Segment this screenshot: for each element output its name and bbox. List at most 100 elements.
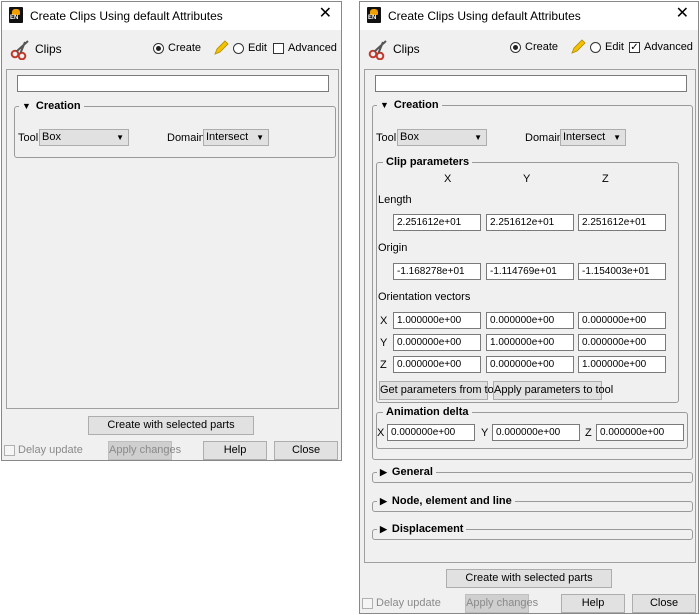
length-y-input[interactable]: 2.251612e+01 — [486, 214, 574, 231]
length-z-input[interactable]: 2.251612e+01 — [578, 214, 666, 231]
animation-delta-title: Animation delta — [383, 406, 472, 418]
scissors-icon — [10, 40, 29, 60]
scissors-icon — [368, 40, 387, 60]
window-close-icon[interactable]: ✕ — [676, 5, 689, 23]
expand-triangle-icon: ▶ — [380, 467, 387, 477]
domain-label: Domain — [525, 132, 563, 144]
anim-y-input[interactable]: 0.000000e+00 — [492, 424, 580, 441]
help-button[interactable]: Help — [561, 594, 625, 613]
origin-x-input[interactable]: -1.168278e+01 — [393, 263, 481, 280]
edit-mode-radio[interactable] — [233, 43, 244, 54]
collapse-triangle-icon: ▼ — [380, 100, 389, 110]
tool-label: Tool — [376, 132, 397, 144]
edit-mode-label: Edit — [248, 42, 267, 54]
creation-header[interactable]: ▼ Creation — [19, 100, 84, 112]
create-mode-radio[interactable] — [153, 43, 164, 54]
create-with-selected-button[interactable]: Create with selected parts — [446, 569, 612, 588]
pencil-icon — [571, 39, 586, 54]
title-bar[interactable]: Create Clips Using default Attributes ✕ — [360, 2, 698, 30]
delay-update-label: Delay update — [18, 444, 83, 456]
orient-yx-input[interactable]: 0.000000e+00 — [393, 334, 481, 351]
domain-select[interactable]: Intersect ▼ — [203, 129, 269, 146]
orient-yz-input[interactable]: 0.000000e+00 — [578, 334, 666, 351]
orient-yy-input[interactable]: 1.000000e+00 — [486, 334, 574, 351]
anim-z-input[interactable]: 0.000000e+00 — [596, 424, 684, 441]
checkmark-icon: ✓ — [630, 42, 639, 53]
animation-delta-group: Animation delta X 0.000000e+00 Y 0.00000… — [376, 406, 688, 449]
tool-label: Tool — [18, 132, 39, 144]
content-panel: ▼ Creation Tool Box ▼ Domain Intersect ▼ — [6, 69, 339, 409]
dropdown-arrow-icon: ▼ — [256, 133, 264, 142]
creation-group: ▼ Creation Tool Box ▼ Domain Intersect ▼ … — [372, 99, 693, 460]
clip-name-input[interactable] — [375, 75, 687, 92]
collapse-triangle-icon: ▼ — [22, 101, 31, 111]
length-x-input[interactable]: 2.251612e+01 — [393, 214, 481, 231]
delay-update-checkbox[interactable] — [362, 598, 373, 609]
create-mode-radio[interactable] — [510, 42, 521, 53]
orient-zz-input[interactable]: 1.000000e+00 — [578, 356, 666, 373]
close-button[interactable]: Close — [632, 594, 696, 613]
dropdown-arrow-icon: ▼ — [116, 133, 124, 142]
apply-changes-button[interactable]: Apply changes — [465, 594, 538, 613]
dialog-window-basic: Create Clips Using default Attributes ✕ … — [1, 1, 342, 461]
creation-group: ▼ Creation Tool Box ▼ Domain Intersect ▼ — [14, 100, 336, 158]
anim-y-label: Y — [481, 427, 489, 439]
title-bar[interactable]: Create Clips Using default Attributes ✕ — [2, 2, 341, 30]
general-header[interactable]: ▶ General — [377, 466, 436, 478]
column-x-header: X — [444, 173, 452, 185]
clip-name-input[interactable] — [17, 75, 329, 92]
orient-xy-input[interactable]: 0.000000e+00 — [486, 312, 574, 329]
node-element-line-header[interactable]: ▶ Node, element and line — [377, 495, 515, 507]
orient-row-x-label: X — [380, 315, 388, 327]
tool-select[interactable]: Box ▼ — [39, 129, 129, 146]
advanced-label: Advanced — [288, 42, 337, 54]
origin-label: Origin — [378, 242, 408, 254]
expand-triangle-icon: ▶ — [380, 524, 387, 534]
close-button[interactable]: Close — [274, 441, 338, 460]
advanced-checkbox[interactable]: ✓ — [629, 42, 640, 53]
delay-update-checkbox[interactable] — [4, 445, 15, 456]
edit-mode-label: Edit — [605, 41, 624, 53]
app-icon — [9, 7, 23, 23]
orient-zx-input[interactable]: 0.000000e+00 — [393, 356, 481, 373]
pencil-icon — [214, 40, 229, 55]
dropdown-arrow-icon: ▼ — [613, 133, 621, 142]
window-close-icon[interactable]: ✕ — [319, 5, 332, 23]
displacement-header[interactable]: ▶ Displacement — [377, 523, 467, 535]
orientation-label: Orientation vectors — [378, 291, 471, 303]
origin-y-input[interactable]: -1.114769e+01 — [486, 263, 574, 280]
apply-parameters-button[interactable]: Apply parameters to tool — [493, 381, 613, 400]
expand-triangle-icon: ▶ — [380, 496, 387, 506]
anim-x-input[interactable]: 0.000000e+00 — [387, 424, 475, 441]
advanced-label: Advanced — [644, 41, 693, 53]
orient-xx-input[interactable]: 1.000000e+00 — [393, 312, 481, 329]
domain-select[interactable]: Intersect ▼ — [560, 129, 626, 146]
delay-update-label: Delay update — [376, 597, 441, 609]
help-button[interactable]: Help — [203, 441, 267, 460]
origin-z-input[interactable]: -1.154003e+01 — [578, 263, 666, 280]
advanced-checkbox[interactable] — [273, 43, 284, 54]
window-title: Create Clips Using default Attributes — [30, 9, 223, 23]
domain-label: Domain — [167, 132, 205, 144]
get-parameters-button[interactable]: Get parameters from tool — [379, 381, 502, 400]
anim-z-label: Z — [585, 427, 592, 439]
dialog-window-advanced: Create Clips Using default Attributes ✕ … — [359, 1, 699, 614]
creation-header[interactable]: ▼ Creation — [377, 99, 442, 111]
window-title: Create Clips Using default Attributes — [388, 9, 581, 23]
apply-changes-button[interactable]: Apply changes — [108, 441, 181, 460]
create-with-selected-button[interactable]: Create with selected parts — [88, 416, 254, 435]
edit-mode-radio[interactable] — [590, 42, 601, 53]
node-element-line-group: ▶ Node, element and line — [372, 495, 693, 512]
dropdown-arrow-icon: ▼ — [474, 133, 482, 142]
orient-zy-input[interactable]: 0.000000e+00 — [486, 356, 574, 373]
tool-select[interactable]: Box ▼ — [397, 129, 487, 146]
create-mode-label: Create — [168, 42, 202, 54]
column-y-header: Y — [523, 173, 531, 185]
clip-parameters-group: Clip parameters X Y Z Length 2.251612e+0… — [376, 156, 679, 403]
orient-xz-input[interactable]: 0.000000e+00 — [578, 312, 666, 329]
general-group: ▶ General — [372, 466, 693, 483]
displacement-group: ▶ Displacement — [372, 523, 693, 540]
clips-label: Clips — [393, 42, 420, 56]
create-mode-label: Create — [525, 41, 559, 53]
orient-row-z-label: Z — [380, 359, 387, 371]
